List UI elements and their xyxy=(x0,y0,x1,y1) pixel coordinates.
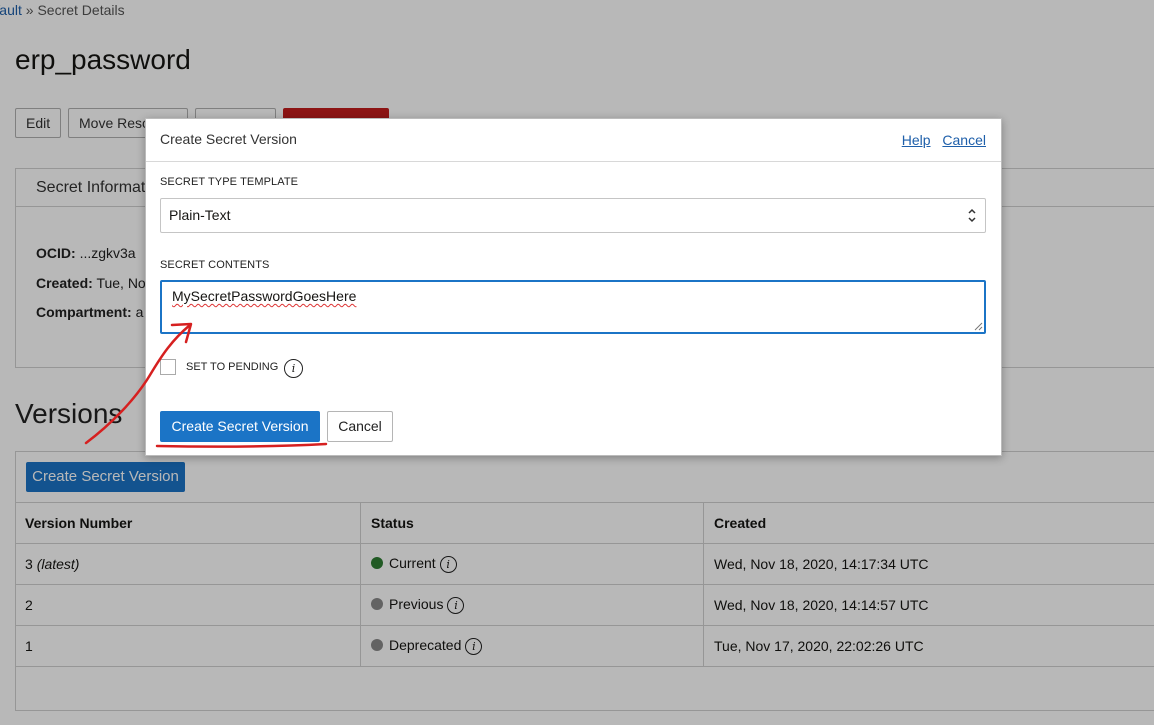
secret-type-value: Plain-Text xyxy=(169,207,231,223)
dialog-cancel-button[interactable]: Cancel xyxy=(327,411,393,442)
dialog-title: Create Secret Version xyxy=(160,131,297,147)
secret-contents-value: MySecretPasswordGoesHere xyxy=(172,288,357,304)
set-to-pending-label: SET TO PENDING xyxy=(186,361,279,373)
set-to-pending-checkbox[interactable] xyxy=(160,359,176,375)
secret-type-label: SECRET TYPE TEMPLATE xyxy=(160,176,299,188)
create-secret-version-submit-button[interactable]: Create Secret Version xyxy=(160,411,320,442)
secret-type-select[interactable]: Plain-Text xyxy=(160,198,986,233)
resize-grip-icon[interactable] xyxy=(973,321,983,331)
select-chevron-icon xyxy=(967,199,977,245)
pending-info-icon[interactable]: i xyxy=(284,359,303,378)
dialog-cancel-link[interactable]: Cancel xyxy=(942,132,986,148)
help-link[interactable]: Help xyxy=(902,132,931,148)
create-secret-version-dialog: Create Secret Version Help Cancel SECRET… xyxy=(145,118,1002,456)
secret-contents-textarea[interactable]: MySecretPasswordGoesHere xyxy=(160,280,986,334)
dialog-header-links: Help Cancel xyxy=(894,132,986,148)
dialog-divider xyxy=(146,161,1001,162)
secret-contents-label: SECRET CONTENTS xyxy=(160,259,270,271)
